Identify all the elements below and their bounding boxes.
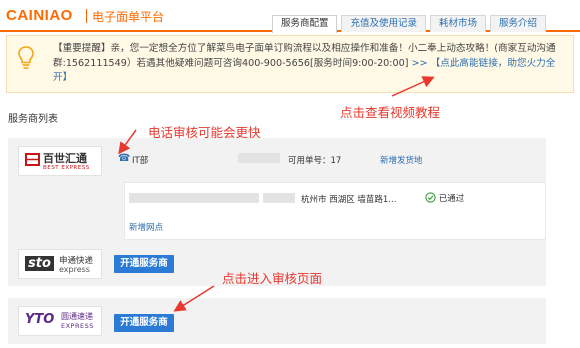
provider-yto-express: YTO 圆通速递 EXPRESS 开通服务商 — [8, 298, 546, 344]
annotation-video-tutorial: 点击查看视频教程 — [340, 105, 441, 120]
annotation-enter-review: 点击进入审核页面 — [222, 271, 323, 286]
best-express-logo-en: BEST EXPRESS — [43, 165, 90, 171]
redacted-phone — [238, 153, 280, 163]
status-label: 已通过 — [438, 194, 465, 204]
top-header: CAINIAO 电子面单平台 服务商配置 充值及使用记录 耗材市场 服务介绍 — [0, 0, 580, 33]
available-numbers: 可用单号：17 — [288, 156, 342, 166]
redacted-branch-name — [129, 193, 259, 203]
tab-provider-config[interactable]: 服务商配置 — [271, 15, 338, 33]
open-provider-button-yto[interactable]: 开通服务商 — [114, 314, 174, 332]
open-provider-button-sto[interactable]: 开通服务商 — [114, 255, 174, 273]
tab-service-intro[interactable]: 服务介绍 — [489, 15, 546, 32]
check-circle-icon — [425, 192, 436, 203]
address-detail: 杭州市 西湖区 墙苗路1... — [301, 195, 397, 205]
brand-logo[interactable]: CAINIAO — [6, 7, 73, 24]
yto-logo: YTO 圆通速递 EXPRESS — [18, 306, 102, 336]
sto-logo-en: express — [59, 265, 90, 274]
sto-logo: sto 申通快递 express — [18, 249, 102, 279]
best-express-logo: 百世汇通 BEST EXPRESS — [18, 146, 102, 176]
annotation-phone-review: 电话审核可能会更快 — [148, 125, 261, 140]
tab-supplies-market[interactable]: 耗材市场 — [429, 15, 486, 32]
platform-title: 电子面单平台 — [92, 10, 165, 24]
add-branch-link[interactable]: 新增网点 — [129, 221, 163, 233]
best-express-logo-cn: 百世汇通 — [43, 152, 87, 165]
phone-icon: ☎ — [118, 153, 131, 164]
brand-divider — [86, 9, 87, 23]
lightbulb-icon — [18, 46, 34, 69]
notice-text: 【重要提醒】亲，您一定想全方位了解菜鸟电子面单订购流程以及相应操作和准备！小二奉… — [53, 42, 563, 86]
branch-panel: 杭州市 西湖区 墙苗路1... 已通过 新增网点 — [124, 182, 546, 240]
notice-banner: 【重要提醒】亲，您一定想全方位了解菜鸟电子面单订购流程以及相应操作和准备！小二奉… — [6, 35, 574, 93]
section-title: 服务商列表 — [8, 114, 58, 125]
status-approved: 已通过 — [425, 192, 464, 204]
tab-recharge-records[interactable]: 充值及使用记录 — [341, 15, 426, 32]
yto-logo-en: EXPRESS — [61, 322, 94, 330]
yto-logo-cn: 圆通速递 — [61, 312, 93, 321]
add-shipping-address-link[interactable]: 新增发货地 — [380, 154, 423, 166]
tab-bar: 服务商配置 充值及使用记录 耗材市场 服务介绍 — [271, 15, 546, 33]
sto-logo-mark: sto — [25, 256, 54, 271]
redacted-address — [263, 193, 295, 203]
yto-logo-mark: YTO — [25, 312, 55, 327]
contact-department: IT部 — [132, 156, 149, 166]
